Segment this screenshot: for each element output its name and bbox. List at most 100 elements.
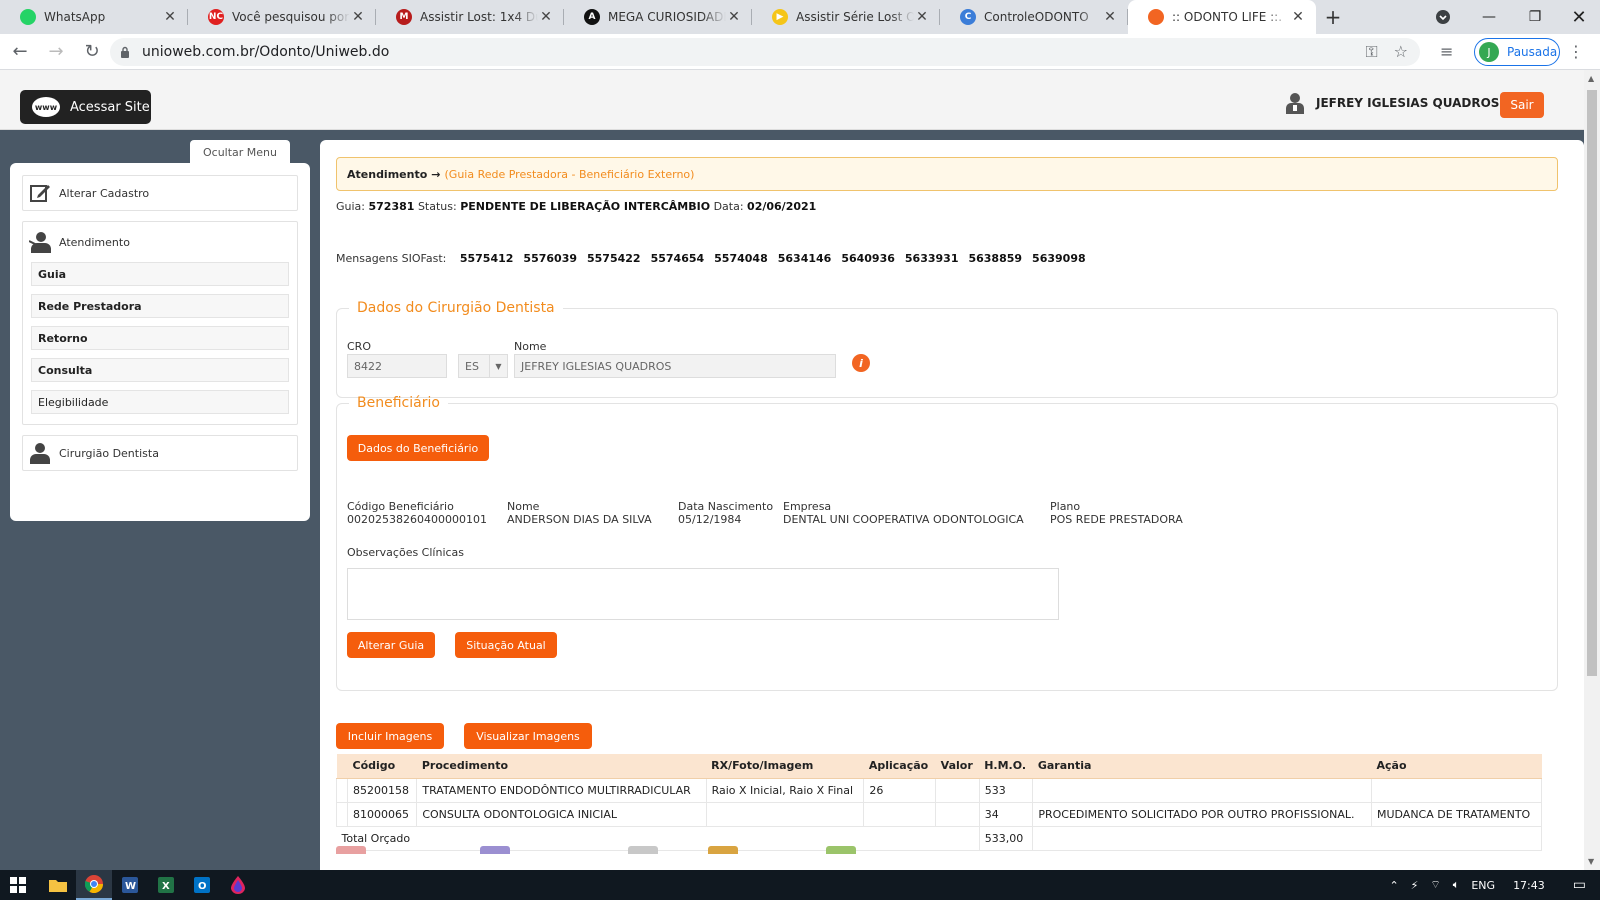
outlook-icon[interactable]: O bbox=[184, 870, 220, 900]
sidebar-subitem-retorno[interactable]: Retorno bbox=[31, 326, 289, 350]
table-cell bbox=[1370, 777, 1543, 803]
word-icon[interactable]: W bbox=[112, 870, 148, 900]
sidebar-item-atendimento[interactable]: Atendimento bbox=[23, 222, 297, 262]
incluir-imagens-button[interactable]: Incluir Imagens bbox=[336, 723, 444, 749]
browser-tab[interactable]: C ControleODONTO ✕ bbox=[940, 0, 1128, 34]
sidebar-item-cirurgiao-dentista[interactable]: Cirurgião Dentista bbox=[22, 435, 298, 471]
table-header-row: Código Procedimento RX/Foto/Imagem Aplicaçã… bbox=[336, 754, 1542, 779]
chevron-up-icon[interactable]: ⌃ bbox=[1389, 879, 1398, 892]
table-header-cell: Ação bbox=[1371, 754, 1542, 779]
beneficiario-legend: Beneficiário bbox=[357, 395, 440, 411]
table-row[interactable]: 85200158 TRATAMENTO ENDODÔNTICO MULTIRRAD… bbox=[336, 777, 1543, 803]
address-bar-row: ← → ↻ unioweb.com.br/Odonto/Uniweb.do ⚿ … bbox=[0, 34, 1600, 70]
table-spacer-header bbox=[336, 754, 348, 779]
tab-title: :: ODONTO LIFE ::. bbox=[1172, 10, 1283, 24]
language-indicator[interactable]: ENG bbox=[1471, 879, 1495, 892]
scroll-up-icon[interactable]: ▲ bbox=[1588, 74, 1594, 83]
tab-title: WhatsApp bbox=[44, 10, 106, 24]
observacoes-textarea[interactable] bbox=[347, 568, 1059, 620]
dentist-icon bbox=[30, 443, 50, 464]
close-tab-icon[interactable]: ✕ bbox=[1290, 9, 1306, 25]
table-row[interactable]: 81000065 CONSULTA ODONTOLOGICA INICIAL 34 P… bbox=[336, 801, 1543, 827]
close-window-icon[interactable]: ✕ bbox=[1558, 0, 1600, 34]
close-tab-icon[interactable]: ✕ bbox=[1102, 9, 1118, 25]
scrollbar-thumb[interactable] bbox=[1587, 90, 1597, 676]
total-value: 533,00 bbox=[978, 825, 1034, 851]
sidebar-item-label: Cirurgião Dentista bbox=[59, 446, 159, 460]
vertical-scrollbar[interactable]: ▲ ▼ bbox=[1584, 70, 1600, 870]
chrome-icon[interactable] bbox=[76, 870, 112, 900]
mensagem-id: 5574654 bbox=[650, 252, 705, 265]
volume-icon[interactable]: 🔈︎ bbox=[1453, 878, 1460, 892]
excel-icon[interactable]: X bbox=[148, 870, 184, 900]
uf-select[interactable]: ES ▼ bbox=[458, 354, 508, 378]
sidebar-item-alterar-cadastro[interactable]: Alterar Cadastro bbox=[22, 175, 298, 211]
close-tab-icon[interactable]: ✕ bbox=[350, 9, 366, 25]
browser-tab[interactable]: WhatsApp ✕ bbox=[0, 0, 188, 34]
chevron-down-icon[interactable]: ▼ bbox=[489, 355, 507, 377]
guia-status-line: Guia: 572381 Status: PENDENTE DE LIBERAÇ… bbox=[336, 200, 816, 213]
restore-icon[interactable]: ❐ bbox=[1512, 0, 1558, 34]
sidebar-subitem-consulta[interactable]: Consulta bbox=[31, 358, 289, 382]
status-legend-swatch bbox=[336, 846, 366, 854]
empresa-label: Empresa bbox=[783, 500, 832, 513]
mensagem-id: 5638859 bbox=[968, 252, 1023, 265]
controle-icon: C bbox=[960, 9, 976, 25]
cro-input[interactable]: 8422 bbox=[347, 354, 447, 378]
tab-title: MEGA CURIOSIDADES - bbox=[608, 10, 726, 24]
key-icon[interactable]: ⚿ bbox=[1365, 42, 1377, 62]
close-tab-icon[interactable]: ✕ bbox=[162, 9, 178, 25]
empresa-value: DENTAL UNI COOPERATIVA ODONTOLOGICA bbox=[783, 513, 1024, 526]
notifications-icon[interactable]: ▭ bbox=[1573, 877, 1586, 893]
browser-menu-icon[interactable]: ⋮ bbox=[1568, 42, 1584, 61]
table-cell: 533 bbox=[978, 777, 1034, 803]
minimize-icon[interactable]: — bbox=[1466, 0, 1512, 34]
situacao-atual-button[interactable]: Situação Atual bbox=[455, 632, 557, 658]
file-explorer-icon[interactable] bbox=[40, 870, 76, 900]
clock[interactable]: 17:43 bbox=[1513, 879, 1545, 892]
table-header-cell: Valor bbox=[935, 754, 980, 779]
bookmark-star-icon[interactable]: ☆ bbox=[1394, 42, 1408, 62]
browser-tab[interactable]: M Assistir Lost: 1x4 Dublado✕ bbox=[376, 0, 564, 34]
plano-value: POS REDE PRESTADORA bbox=[1050, 513, 1183, 526]
logout-button[interactable]: Sair bbox=[1500, 92, 1544, 118]
profile-button[interactable]: J Pausada bbox=[1474, 38, 1560, 66]
network-icon[interactable]: ⚡ bbox=[1411, 879, 1419, 892]
close-tab-icon[interactable]: ✕ bbox=[538, 9, 554, 25]
tab-search-icon[interactable] bbox=[1428, 0, 1458, 34]
acessar-site-button[interactable]: www Acessar Site bbox=[20, 90, 151, 124]
sidebar-subitem-elegibilidade[interactable]: Elegibilidade bbox=[31, 390, 289, 414]
browser-tab[interactable]: NC Você pesquisou por lost✕ bbox=[188, 0, 376, 34]
reading-list-icon[interactable]: ≡ bbox=[1440, 42, 1453, 61]
windows-start-icon[interactable] bbox=[0, 870, 36, 900]
reload-icon[interactable]: ↻ bbox=[76, 36, 108, 68]
drop-app-icon[interactable] bbox=[220, 870, 256, 900]
visualizar-imagens-button[interactable]: Visualizar Imagens bbox=[464, 723, 592, 749]
tab-title: Assistir Série Lost Online bbox=[796, 10, 914, 24]
guia-label: Guia: bbox=[336, 200, 365, 213]
dados-beneficiario-button[interactable]: Dados do Beneficiário bbox=[347, 435, 489, 461]
tab-title: Você pesquisou por lost bbox=[232, 10, 350, 24]
sidebar-subitem-guia[interactable]: Guia bbox=[31, 262, 289, 286]
close-tab-icon[interactable]: ✕ bbox=[726, 9, 742, 25]
alterar-guia-button[interactable]: Alterar Guia bbox=[347, 632, 435, 658]
tab-title: ControleODONTO bbox=[984, 10, 1089, 24]
table-header-cell: Código bbox=[347, 754, 417, 779]
forward-icon[interactable]: → bbox=[40, 36, 72, 68]
url-field[interactable]: unioweb.com.br/Odonto/Uniweb.do ⚿ ☆ bbox=[110, 38, 1420, 66]
back-icon[interactable]: ← bbox=[4, 36, 36, 68]
info-icon[interactable]: i bbox=[852, 354, 870, 372]
browser-tab[interactable]: A MEGA CURIOSIDADES - ✕ bbox=[564, 0, 752, 34]
scroll-down-icon[interactable]: ▼ bbox=[1588, 857, 1594, 866]
user-name: JEFREY IGLESIAS QUADROS bbox=[1316, 96, 1500, 110]
browser-tab[interactable]: ▶ Assistir Série Lost Online✕ bbox=[752, 0, 940, 34]
hide-menu-tab[interactable]: Ocultar Menu bbox=[190, 140, 290, 164]
nome-dentista-input[interactable]: JEFREY IGLESIAS QUADROS bbox=[514, 354, 836, 378]
sidebar-subitem-rede-prestadora[interactable]: Rede Prestadora bbox=[31, 294, 289, 318]
close-tab-icon[interactable]: ✕ bbox=[914, 9, 930, 25]
tab-title: Assistir Lost: 1x4 Dublado bbox=[420, 10, 538, 24]
status-value: PENDENTE DE LIBERAÇÃO INTERCÂMBIO bbox=[460, 200, 711, 213]
new-tab-button[interactable]: + bbox=[1316, 0, 1350, 34]
wifi-icon[interactable]: ⌔ bbox=[1430, 878, 1440, 892]
browser-tab[interactable]: :: ODONTO LIFE ::. ✕ bbox=[1128, 0, 1316, 34]
